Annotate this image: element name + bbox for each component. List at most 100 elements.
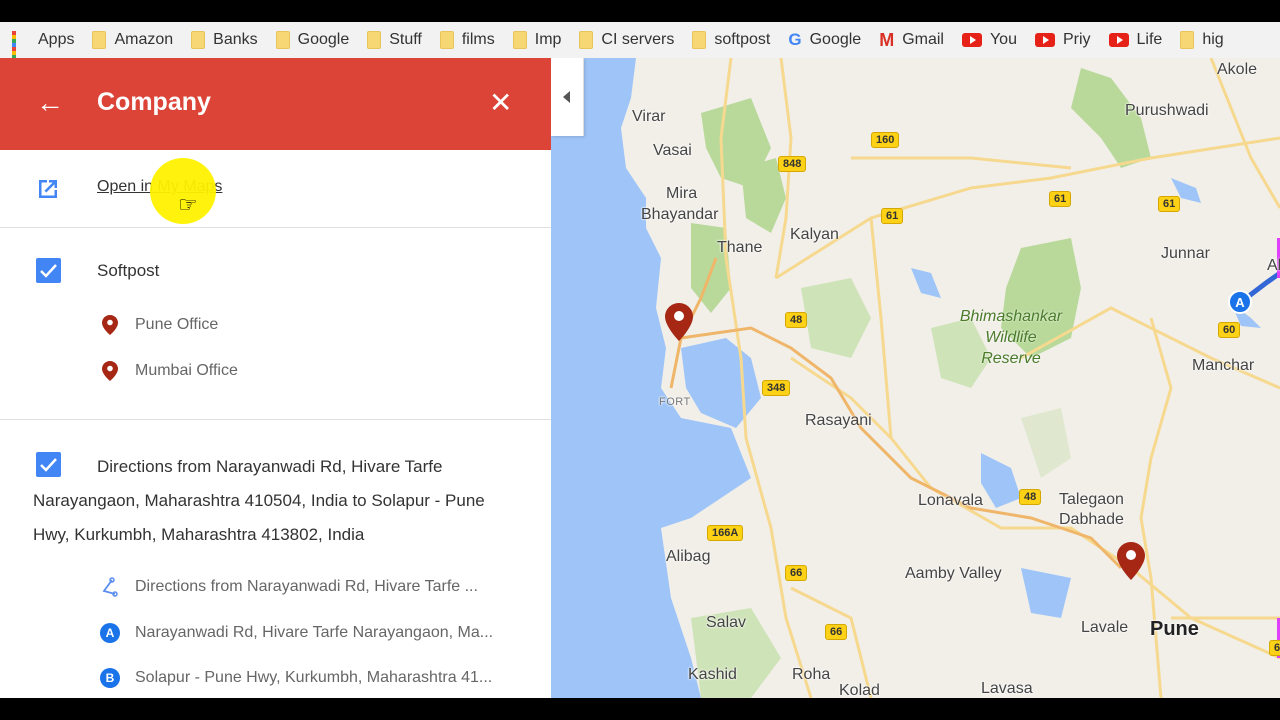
map-label: Akole [1217,61,1258,78]
map-label: Lavale [1081,619,1129,636]
bookmark-google[interactable]: Google [275,31,350,49]
map-label: Bhayandar [641,206,719,223]
bookmark-label: Amazon [114,31,174,48]
bookmark-label: Imp [534,31,562,48]
map-pin-pune-office[interactable] [1117,542,1145,580]
bookmark-label: hig [1202,31,1224,48]
bookmark-gmail[interactable]: M Gmail [879,30,944,51]
bookmark-google[interactable]: G Google [788,30,861,50]
folder-icon [1180,31,1195,49]
bookmark-priy[interactable]: Priy [1034,31,1091,49]
bookmark-hig[interactable]: hig [1180,31,1224,49]
list-item-waypoint-a[interactable]: A Narayanwadi Rd, Hivare Tarfe Narayanga… [100,622,493,644]
map-label: Vasai [653,142,692,159]
folder-icon [439,31,454,49]
bookmark-label: Google [297,31,350,48]
map-label: Dabhade [1059,511,1124,528]
highway-shield: 65 [1269,640,1280,656]
map-pin-icon [100,360,120,382]
map-label: Lavasa [981,680,1033,697]
list-item-waypoint-b[interactable]: B Solapur - Pune Hwy, Kurkumbh, Maharash… [100,667,492,689]
bookmark-label: Apps [38,31,75,48]
map-label: FORT [659,396,691,408]
bookmark-films[interactable]: films [439,31,495,49]
folder-icon [367,31,382,49]
bookmark-banks[interactable]: Banks [191,31,258,49]
layer-title: Softpost [97,261,160,280]
bookmark-life[interactable]: Life [1108,31,1162,49]
list-item-pune-office[interactable]: Pune Office [100,314,218,336]
bookmark-amazon[interactable]: Amazon [92,31,173,49]
close-icon[interactable]: ✕ [489,88,512,118]
hand-pointer-cursor-icon: ☞ [178,192,198,217]
map-label: Mira [666,185,698,202]
highway-shield: 66 [785,565,808,581]
map-label: Junnar [1161,245,1210,262]
external-link-icon[interactable] [36,177,60,201]
panel-title: Company [97,88,211,116]
map-label: Thane [717,239,763,256]
bookmark-label: Stuff [389,31,422,48]
bookmark-ci-servers[interactable]: CI servers [579,31,674,49]
route-icon [100,576,120,598]
map-label: Kalyan [790,226,839,243]
bookmark-label: softpost [714,31,771,48]
bookmark-stuff[interactable]: Stuff [367,31,422,49]
bookmark-softpost[interactable]: softpost [692,31,770,49]
bookmark-label: films [461,31,495,48]
softpost-layer-checkbox[interactable] [36,258,61,283]
layer-softpost: Softpost Pune Office Mumbai Office [0,228,551,420]
map-layers-panel: ← Company ✕ Open in My Maps Softpost Pun… [0,58,551,698]
map-label: Salav [706,614,747,631]
bottom-black-bar [0,698,1280,720]
bookmark-you[interactable]: You [961,31,1017,49]
item-label: Narayanwadi Rd, Hivare Tarfe Narayangaon… [135,624,494,641]
item-label: Mumbai Office [135,362,238,379]
map-label: Purushwadi [1125,102,1209,119]
list-item-directions-route[interactable]: Directions from Narayanwadi Rd, Hivare T… [100,576,478,598]
layer-directions: Directions from Narayanwadi Rd, Hivare T… [0,420,551,698]
route-marker-a[interactable]: A [1228,290,1252,314]
bookmark-label: Google [809,31,862,48]
bookmark-apps[interactable]: Apps [12,31,75,58]
apps-grid-icon [12,31,30,58]
bookmark-imp[interactable]: Imp [512,31,562,49]
roads [719,58,1280,698]
folder-icon [512,31,527,49]
bookmark-label: You [989,31,1017,48]
map-label: Alibag [666,548,711,565]
highway-shield: 66 [825,624,848,640]
folder-icon [191,31,206,49]
highway-shield: 48 [1019,489,1042,505]
list-item-mumbai-office[interactable]: Mumbai Office [100,360,238,382]
bookmark-label: CI servers [601,31,675,48]
bookmark-label: Gmail [902,31,944,48]
highway-shield: 60 [1218,322,1241,338]
map-pin-icon [100,314,120,336]
collapse-panel-button[interactable] [551,58,584,136]
youtube-icon [1034,33,1055,47]
folder-icon [692,31,707,49]
highway-shield: 61 [1049,191,1072,207]
google-g-icon: G [788,30,802,49]
map-pin-mumbai-office[interactable] [665,303,693,341]
youtube-icon [1108,33,1129,47]
folder-icon [92,31,107,49]
map-label: Manchar [1192,357,1255,374]
map-label: Kashid [688,666,737,683]
map-label: Talegaon [1059,491,1124,508]
youtube-icon [961,33,982,47]
open-in-my-maps-row: Open in My Maps [0,150,551,228]
top-black-bar [0,0,1280,22]
thane-creek [681,338,761,428]
map-label: Lonavala [918,492,983,509]
map-canvas[interactable]: Virar Vasai Mira Bhayandar Thane Kalyan … [551,58,1280,698]
item-label: Directions from Narayanwadi Rd, Hivare T… [135,578,478,595]
map-label: Pune [1150,618,1199,640]
panel-header: ← Company ✕ [0,58,551,150]
chevron-left-icon [563,91,570,103]
map-label: Roha [792,666,831,683]
item-label: Pune Office [135,316,219,333]
waypoint-b-icon: B [100,667,120,689]
back-arrow-icon[interactable]: ← [36,88,66,118]
